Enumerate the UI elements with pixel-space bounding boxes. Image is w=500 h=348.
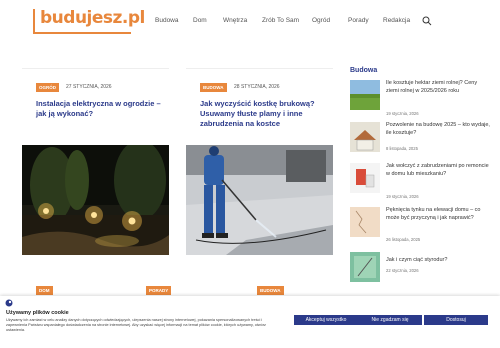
pressure-washer-image	[186, 145, 333, 255]
post-title[interactable]: Jak i czym ciąć styrodur?	[386, 257, 490, 265]
building-plan-thumbnail	[350, 122, 380, 152]
cookie-description: Używamy ich zamiast w celu analizy danyc…	[6, 318, 266, 332]
customize-button[interactable]: Dostosuj	[424, 315, 488, 325]
post-thumbnail[interactable]	[350, 80, 380, 110]
cookie-logo-icon	[5, 299, 13, 307]
post-date: 8 listopada, 2025	[386, 146, 418, 151]
post-date: 19 stycznia, 2026	[386, 111, 419, 116]
article-date: 28 STYCZNIA, 2026	[234, 84, 280, 90]
post-thumbnail[interactable]	[350, 163, 380, 193]
nav-item-budowa[interactable]: Budowa	[155, 17, 179, 24]
cookie-banner: Używamy plików cookie Używamy ich zamias…	[0, 296, 500, 348]
article-date: 27 STYCZNIA, 2026	[66, 84, 112, 90]
post-date: 19 stycznia, 2026	[386, 194, 419, 199]
site-header: budujesz.pl Budowa Dom Wnętrza Zrób To S…	[0, 0, 500, 44]
post-title[interactable]: Pęknięcia tynku na elewacji domu – co mo…	[386, 207, 490, 222]
nav-item-dom[interactable]: Dom	[193, 17, 207, 24]
article-card[interactable]: OGRÓD 27 STYCZNIA, 2026 Instalacja elekt…	[22, 68, 169, 255]
nav-item-porady[interactable]: Porady	[348, 17, 369, 24]
nav-item-zrob-to-sam[interactable]: Zrób To Sam	[262, 17, 299, 24]
site-logo[interactable]: budujesz.pl	[33, 8, 145, 34]
category-tag[interactable]: OGRÓD	[36, 83, 60, 92]
sidebar-post[interactable]: Ile kosztuje hektar ziemi rolnej? Ceny z…	[350, 80, 490, 120]
category-tag[interactable]: DOM	[36, 286, 53, 295]
nav-item-ogrod[interactable]: Ogród	[312, 17, 330, 24]
article-title[interactable]: Instalacja elektryczna w ogrodzie – jak …	[36, 99, 161, 119]
category-tag[interactable]: PORADY	[146, 286, 172, 295]
post-thumbnail[interactable]	[350, 252, 380, 282]
sidebar-title: Budowa	[350, 67, 378, 74]
post-title[interactable]: Jak wołczyć z zabrudzeniami po remoncie …	[386, 163, 490, 178]
sidebar-post[interactable]: Jak i czym ciąć styrodur? 22 stycznia, 2…	[350, 252, 490, 292]
accept-all-button[interactable]: Akceptuj wszystko	[294, 315, 358, 325]
post-date: 26 listopada, 2025	[386, 237, 421, 242]
article-image[interactable]	[22, 145, 169, 255]
category-tag[interactable]: BUDOWA	[200, 83, 227, 92]
sidebar-post[interactable]: Pęknięcia tynku na elewacji domu – co mo…	[350, 207, 490, 247]
sidebar-post[interactable]: Pozwolenie na budowę 2025 – kto wydaje, …	[350, 122, 490, 162]
post-thumbnail[interactable]	[350, 207, 380, 237]
logo-text: budujesz.pl	[40, 8, 145, 28]
plaster-crack-thumbnail	[350, 207, 380, 237]
sidebar-post[interactable]: Jak wołczyć z zabrudzeniami po remoncie …	[350, 163, 490, 203]
nav-item-redakcja[interactable]: Redakcja	[383, 17, 410, 24]
garden-lights-image	[22, 145, 169, 255]
search-icon[interactable]	[422, 16, 432, 26]
article-image[interactable]	[186, 145, 333, 255]
cookie-title: Używamy plików cookie	[6, 310, 69, 316]
field-thumbnail	[350, 80, 380, 110]
reject-button[interactable]: Nie zgadzam się	[358, 315, 422, 325]
article-title[interactable]: Jak wyczyścić kostkę brukową? Usuwamy tł…	[200, 99, 328, 129]
renovation-thumbnail	[350, 163, 380, 193]
post-thumbnail[interactable]	[350, 122, 380, 152]
styrodur-thumbnail	[350, 252, 380, 282]
nav-item-wnetrza[interactable]: Wnętrza	[223, 17, 247, 24]
article-card[interactable]: BUDOWA 28 STYCZNIA, 2026 Jak wyczyścić k…	[186, 68, 333, 255]
post-title[interactable]: Ile kosztuje hektar ziemi rolnej? Ceny z…	[386, 80, 490, 95]
post-title[interactable]: Pozwolenie na budowę 2025 – kto wydaje, …	[386, 122, 490, 137]
post-date: 22 stycznia, 2026	[386, 268, 419, 273]
category-tag[interactable]: BUDOWA	[257, 286, 284, 295]
